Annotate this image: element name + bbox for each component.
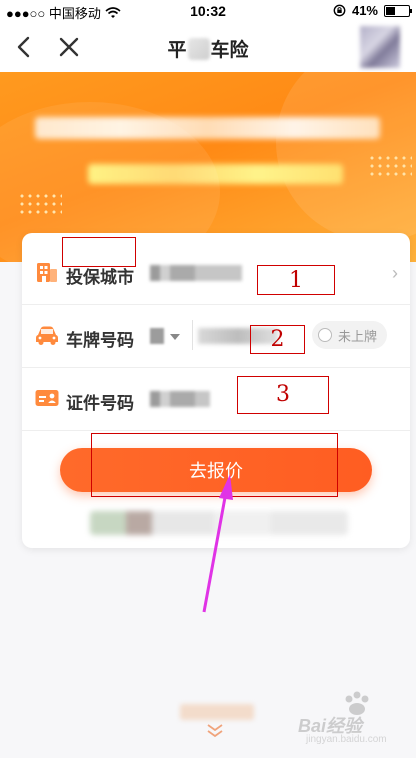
- annotation-number-2: 2: [270, 327, 285, 352]
- banner-headline-redacted: [35, 117, 380, 139]
- watermark-sub: jingyan.baidu.com: [306, 734, 387, 745]
- watermark-logo: Bai经验 jingyan.baidu.com: [298, 690, 408, 750]
- unplated-toggle[interactable]: 未上牌: [312, 321, 388, 349]
- car-icon: [36, 326, 58, 345]
- id-label: 证件号码: [66, 394, 134, 413]
- nav-bar: 平 车险: [0, 22, 416, 72]
- rotation-lock-icon: [333, 4, 346, 17]
- banner-dots-left: [18, 192, 62, 216]
- plate-province-redacted[interactable]: [150, 328, 164, 344]
- title-suffix: 车险: [210, 40, 249, 61]
- radio-icon[interactable]: [318, 328, 332, 342]
- double-chevron-down-icon[interactable]: [204, 722, 226, 740]
- banner-dots-right: [368, 154, 412, 178]
- status-bar: ●●●○○ 中国移动 10:32 41%: [0, 0, 416, 22]
- city-value-redacted: [150, 265, 242, 281]
- footer-redacted: [90, 511, 348, 535]
- annotation-box-button: [91, 433, 338, 497]
- chevron-right-icon: ›: [392, 263, 398, 283]
- plate-label: 车牌号码: [66, 331, 134, 350]
- form-row-plate: 车牌号码 未上牌: [22, 304, 410, 368]
- caret-down-icon[interactable]: [170, 334, 180, 340]
- unplated-label: 未上牌: [338, 328, 378, 344]
- id-value-redacted: [150, 391, 210, 407]
- bottom-hint-redacted: [180, 704, 254, 720]
- building-icon: [37, 263, 57, 282]
- id-card-icon: [35, 390, 59, 406]
- annotation-box-3: 3: [237, 376, 329, 414]
- status-right: 41%: [333, 3, 412, 18]
- page-title: 平 车险: [0, 35, 416, 62]
- battery-icon: [384, 4, 412, 17]
- annotation-number-3: 3: [276, 382, 290, 407]
- banner-subline-redacted: [88, 164, 343, 184]
- annotation-box-1: 1: [257, 265, 335, 295]
- battery-fill: [386, 6, 395, 15]
- form-row-id[interactable]: 证件号码: [22, 367, 410, 431]
- quote-form-card: 投保城市 › 车牌号码 未上牌 证件号码 去报价: [22, 233, 410, 548]
- title-redacted: [187, 38, 210, 60]
- title-prefix: 平: [167, 40, 187, 61]
- annotation-box-2: 2: [250, 325, 305, 354]
- battery-percent: 41%: [351, 3, 378, 18]
- annotation-number-1: 1: [289, 268, 303, 293]
- annotation-box-city-label: [62, 237, 136, 267]
- plate-divider: [192, 320, 193, 350]
- avatar[interactable]: [360, 26, 400, 68]
